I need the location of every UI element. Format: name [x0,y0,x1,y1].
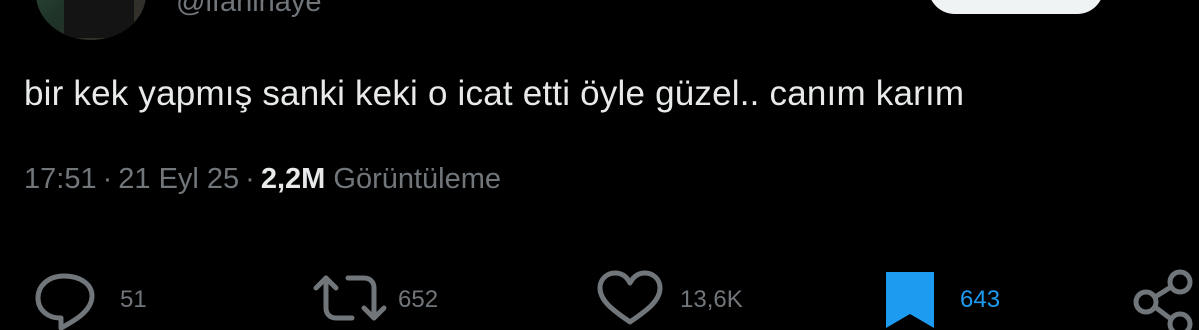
avatar-shirt [64,0,134,38]
author-handle[interactable]: @lfaninaye [176,0,322,19]
like-count: 13,6K [680,286,743,313]
views-count: 2,2M [260,163,326,195]
reply-button[interactable]: 51 [34,268,164,330]
repost-button[interactable]: 652 [312,268,462,330]
reply-icon [35,273,95,330]
tweet-text: bir kek yapmış sanki keki o icat etti öy… [24,74,965,113]
avatar[interactable] [36,0,146,40]
bookmark-icon [886,272,934,328]
like-button[interactable]: 13,6K [594,268,774,330]
tweet-time[interactable]: 17:51 [24,163,97,195]
reply-count: 51 [120,286,147,313]
tweet-date[interactable]: 21 Eyl 25 [118,163,239,195]
tweet-meta: 17:51 · 21 Eyl 25 · 2,2M Görüntüleme [24,163,501,196]
meta-separator: · [245,163,255,195]
bookmark-button[interactable]: 643 [880,268,1030,330]
repost-count: 652 [398,286,439,313]
follow-button[interactable] [928,0,1104,14]
views-label: Görüntüleme [333,163,502,195]
share-icon [1133,269,1193,330]
meta-separator: · [102,163,113,195]
share-button[interactable] [1128,268,1199,330]
bookmark-count: 643 [960,286,1001,313]
heart-icon [597,270,663,325]
repost-icon [313,275,387,321]
